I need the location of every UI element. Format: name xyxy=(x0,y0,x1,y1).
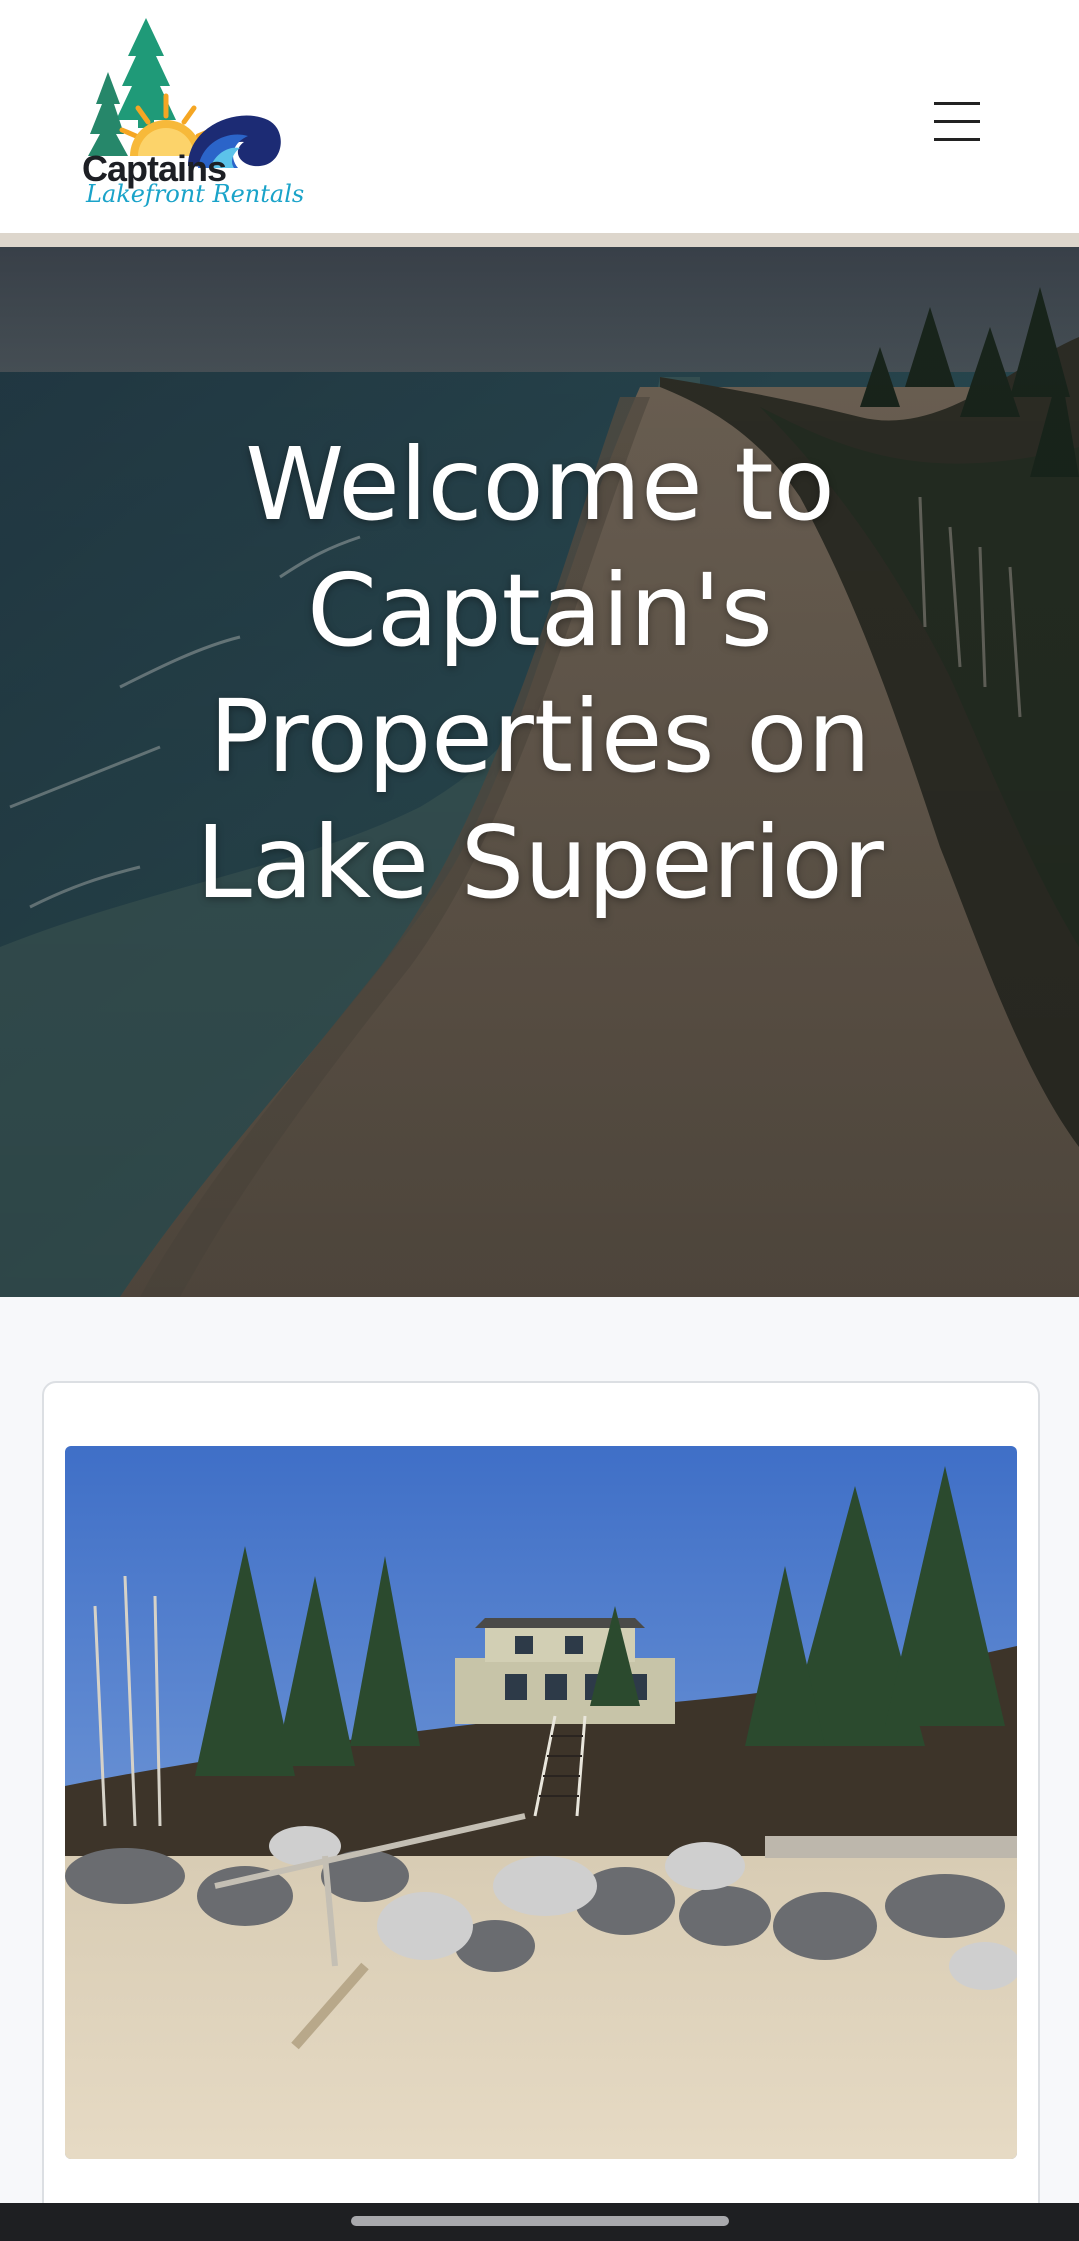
property-card-image[interactable] xyxy=(65,1446,1017,2159)
site-header: Captains Lakefront Rentals xyxy=(0,0,1079,233)
menu-line xyxy=(934,138,980,141)
lakefront-house-rocky-beach-photo xyxy=(65,1446,1017,2159)
menu-line xyxy=(934,102,980,105)
hamburger-menu-icon[interactable] xyxy=(922,92,992,152)
logo-subtitle-text: Lakefront Rentals xyxy=(86,180,305,208)
hero-banner: Welcome to Captain's Properties on Lake … xyxy=(0,247,1079,1297)
site-logo[interactable]: Captains Lakefront Rentals xyxy=(78,16,304,216)
menu-line xyxy=(934,120,980,123)
header-divider xyxy=(0,233,1079,247)
hero-title: Welcome to Captain's Properties on Lake … xyxy=(196,426,884,921)
system-navigation-bar xyxy=(0,2203,1079,2241)
home-indicator[interactable] xyxy=(351,2216,729,2226)
